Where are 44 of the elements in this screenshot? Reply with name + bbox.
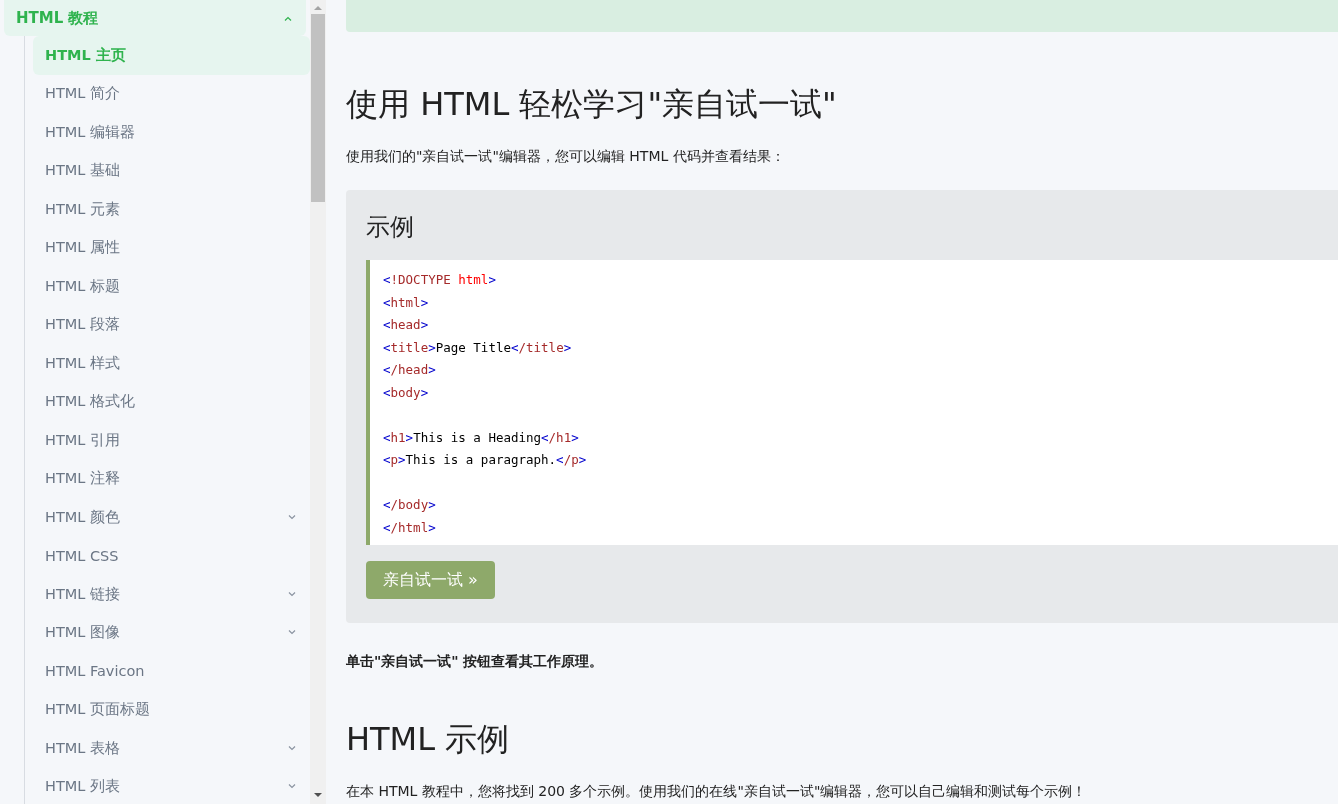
code-line: <!DOCTYPE html>: [383, 271, 497, 289]
intro-text: 使用我们的"亲自试一试"编辑器，您可以编辑 HTML 代码并查看结果：: [346, 147, 786, 166]
sidebar-item[interactable]: HTML 主页: [33, 36, 310, 75]
sidebar-item[interactable]: HTML Favicon: [33, 652, 310, 691]
chevron-icon: [288, 591, 296, 597]
sidebar-item[interactable]: HTML 注释: [33, 459, 310, 498]
code-line: </html>: [383, 518, 437, 537]
sidebar-item[interactable]: HTML 图像: [33, 613, 310, 652]
sidebar-item[interactable]: HTML 颜色: [33, 498, 310, 537]
code-line: </body>: [383, 496, 437, 514]
try-it-button[interactable]: 亲自试一试 »: [366, 561, 495, 599]
sidebar-item[interactable]: HTML 基础: [33, 151, 310, 190]
sidebar-item[interactable]: HTML CSS: [33, 536, 310, 575]
sidebar-item[interactable]: HTML 链接: [33, 575, 310, 614]
sidebar-item[interactable]: HTML 页面标题: [33, 690, 310, 729]
sidebar-item[interactable]: HTML 引用: [33, 421, 310, 460]
code-line: <head>: [383, 316, 430, 334]
sidebar-item[interactable]: HTML 属性: [33, 228, 310, 267]
code-line: <p>This is a paragraph.</p>: [383, 451, 588, 469]
sidebar-item[interactable]: HTML 段落: [33, 305, 310, 344]
chevron-icon: [288, 745, 296, 751]
sidebar-item[interactable]: HTML 元素: [33, 190, 310, 229]
sidebar-item[interactable]: HTML 编辑器: [33, 113, 310, 152]
sidebar-item[interactable]: HTML 表格: [33, 729, 310, 768]
sidebar-item[interactable]: HTML 标题: [33, 267, 310, 306]
code-line: <html>: [383, 293, 430, 312]
section-heading: HTML 示例: [346, 719, 511, 760]
code-line: </head>: [383, 361, 437, 379]
chevron-icon: [288, 514, 296, 520]
note-text: 单击"亲自试一试" 按钮查看其工作原理。: [346, 652, 605, 671]
code-line: <title>Page Title</title>: [383, 338, 573, 357]
chevron-icon: [284, 15, 292, 21]
chevron-icon: [288, 630, 296, 636]
chevron-icon: [288, 784, 296, 790]
example-title: 示例: [366, 212, 415, 243]
sidebar-item[interactable]: HTML 列表: [33, 767, 310, 804]
sidebar-group[interactable]: HTML 教程: [4, 0, 306, 36]
sidebar-item[interactable]: HTML 简介: [33, 74, 310, 113]
sidebar-item[interactable]: HTML 格式化: [33, 382, 310, 421]
page-heading: 使用 HTML 轻松学习"亲自试一试": [346, 84, 838, 125]
code-line: <body>: [383, 383, 430, 402]
code-line: <h1>This is a Heading</h1>: [383, 428, 580, 447]
sidebar-item[interactable]: HTML 样式: [33, 344, 310, 383]
body-text: 在本 HTML 教程中，您将找到 200 多个示例。使用我们的在线"亲自试一试"编辑器，您可以自己编辑和测试每个示例！: [346, 782, 1088, 801]
